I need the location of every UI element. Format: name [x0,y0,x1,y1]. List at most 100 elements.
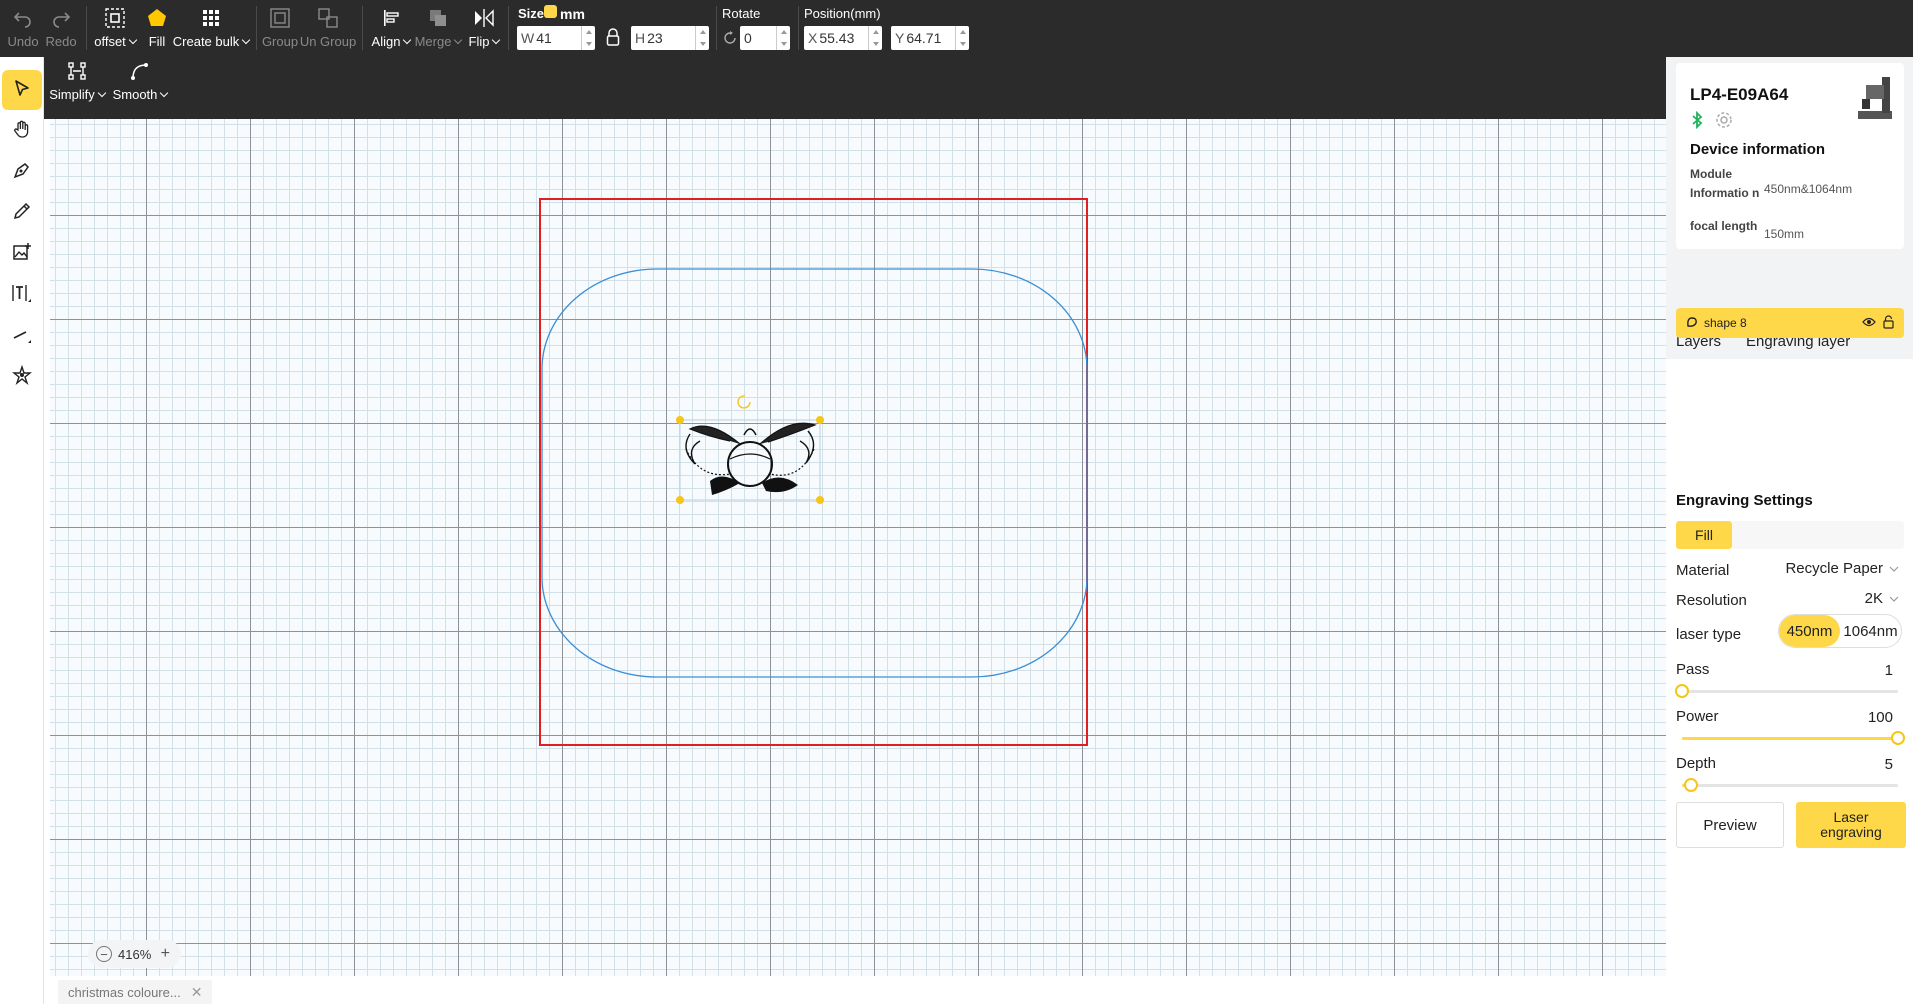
pass-input[interactable]: 1 [1849,657,1903,683]
power-slider-handle[interactable] [1891,731,1905,745]
toolbar-divider [798,6,799,50]
laser-450nm-option[interactable]: 450nm [1779,615,1840,647]
focal-length-value: 150mm [1764,227,1805,241]
ungroup-button[interactable]: Un Group [300,4,356,52]
rotate-stepper[interactable] [776,26,790,50]
material-label: Material [1676,562,1730,579]
width-prefix: W [521,30,535,46]
width-value: 41 [536,30,552,46]
gear-icon[interactable] [1714,110,1734,135]
laser-engraving-button[interactable]: Laser engraving [1796,802,1906,848]
y-prefix: Y [895,30,905,46]
fill-label: Fill [148,34,166,49]
simplify-button[interactable]: Simplify [49,57,102,105]
bluetooth-icon[interactable] [1690,110,1704,134]
fill-button[interactable]: Fill [144,4,170,52]
merge-button[interactable]: Merge [415,4,460,52]
laser-1064nm-option[interactable]: 1064nm [1840,615,1901,647]
module-label: Module Informatio n [1690,167,1760,200]
power-slider[interactable] [1682,731,1905,745]
height-stepper[interactable] [695,26,709,50]
pencil-icon [12,201,32,226]
eye-icon[interactable] [1862,316,1876,331]
selected-ornament-shape [676,395,824,504]
top-toolbar: Undo Redo offset Fill Create bulk Group [0,0,1913,57]
align-left-icon [377,4,405,32]
layer-item[interactable]: shape 8 [1676,308,1904,338]
group-label: Group [261,34,299,49]
smooth-curve-icon [126,57,154,85]
image-tool-button[interactable] [2,234,42,274]
select-tool-button[interactable] [2,70,42,110]
width-input[interactable]: W 41 [517,26,595,50]
pencil-tool-button[interactable] [2,193,42,233]
align-button[interactable]: Align [372,4,410,52]
zoom-out-button[interactable]: − [96,946,112,962]
file-tab[interactable]: christmas coloure... ✕ [58,980,213,1004]
group-button[interactable]: Group [261,4,299,52]
power-input[interactable]: 100 [1849,704,1903,730]
chevron-down-icon [1889,560,1899,577]
line-tool-button[interactable] [2,316,42,356]
sparkle-star-icon [12,364,32,390]
position-label: Position(mm) [804,6,881,21]
resolution-value: 2K [1864,590,1883,607]
text-icon [11,282,33,309]
zoom-in-button[interactable]: + [157,946,173,962]
redo-button[interactable]: Redo [45,4,77,52]
pen-tool-button[interactable] [2,152,42,192]
text-tool-button[interactable] [2,275,42,315]
create-bulk-button[interactable]: Create bulk [173,4,244,52]
depth-slider[interactable] [1682,778,1898,792]
depth-input[interactable]: 5 [1849,751,1903,777]
offset-button[interactable]: offset [94,4,136,52]
lock-ratio-icon[interactable] [606,28,620,51]
toolbar-divider [508,6,509,50]
laser-type-label: laser type [1676,626,1742,643]
pass-slider[interactable] [1675,684,1898,698]
x-stepper[interactable] [868,26,882,50]
device-card: LP4-E09A64 Device information Module Inf… [1676,63,1904,249]
canvas-artwork [539,198,1088,746]
close-icon[interactable]: ✕ [191,984,203,1001]
focal-length-label: focal length [1690,219,1758,233]
x-value: 55.43 [819,30,855,46]
hand-icon [12,119,32,144]
design-canvas[interactable] [50,119,1666,976]
power-label: Power [1676,708,1719,725]
material-select[interactable]: Recycle Paper [1785,560,1899,577]
mode-tab-bar [1732,521,1904,549]
material-value: Recycle Paper [1785,560,1883,577]
toolbar-divider [256,6,257,50]
smooth-button[interactable]: Smooth [113,57,164,105]
pan-tool-button[interactable] [2,111,42,151]
undo-button[interactable]: Undo [7,4,39,52]
file-tab-name: christmas coloure... [68,984,181,1000]
right-panel: LP4-E09A64 Device information Module Inf… [1666,57,1913,1004]
image-add-icon [12,242,32,267]
rotate-input[interactable]: 0 [740,26,790,50]
resolution-select[interactable]: 2K [1865,590,1899,607]
group-icon [266,4,294,32]
height-input[interactable]: H 23 [631,26,709,50]
rotate-label: Rotate [722,6,761,21]
pass-label: Pass [1676,661,1710,678]
lock-icon[interactable] [1883,315,1894,332]
x-position-input[interactable]: X 55.43 [804,26,882,50]
depth-slider-handle[interactable] [1683,778,1698,792]
unit-toggle-icon[interactable] [544,5,557,18]
flip-button[interactable]: Flip [468,4,500,52]
magic-tool-button[interactable] [2,357,42,397]
grid-icon [197,4,225,32]
fill-mode-tab[interactable]: Fill [1676,521,1732,549]
engraving-settings-title: Engraving Settings [1676,492,1813,509]
file-tab-bar: christmas coloure... ✕ [50,976,1666,1004]
device-machine-icon [1854,73,1896,128]
y-stepper[interactable] [955,26,969,50]
preview-button[interactable]: Preview [1676,802,1784,848]
engraving-settings-panel: Engraving Settings Fill Material Recycle… [1666,478,1913,1004]
y-position-input[interactable]: Y 64.71 [891,26,969,50]
width-stepper[interactable] [581,26,595,50]
toolbar-divider [86,6,87,50]
pass-slider-handle[interactable] [1675,684,1689,698]
